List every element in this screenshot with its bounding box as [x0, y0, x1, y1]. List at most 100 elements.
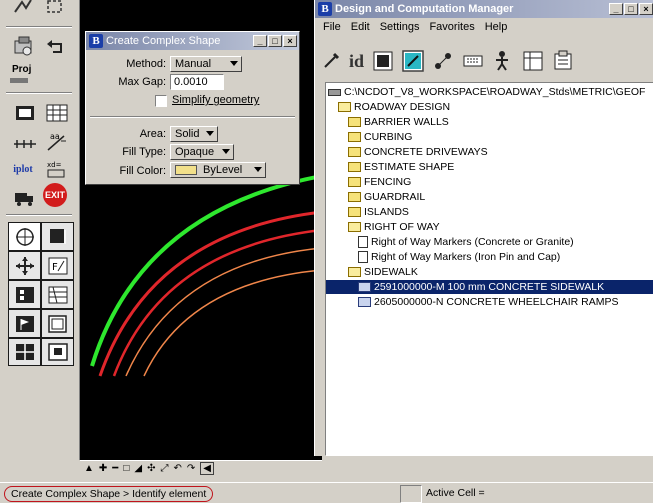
join-icon[interactable]	[9, 339, 40, 365]
folder-open-icon	[338, 102, 351, 112]
cell-library-icon[interactable]	[10, 100, 40, 126]
view-update-icon[interactable]: ▲	[84, 463, 94, 474]
fill-color-select[interactable]: ByLevel	[170, 162, 266, 178]
tree-item[interactable]: CONCRETE DRIVEWAYS	[348, 145, 488, 159]
tree-panel[interactable]: C:\NCDOT_V8_WORKSPACE\ROADWAY_Stds\METRI…	[325, 82, 653, 456]
cell-place-icon[interactable]	[9, 281, 40, 308]
menu-edit[interactable]: Edit	[351, 21, 370, 33]
text-place-icon[interactable]: aa	[42, 128, 72, 154]
pattern-icon[interactable]	[42, 281, 73, 308]
frame-icon[interactable]	[42, 339, 73, 365]
manager-title: Design and Computation Manager	[335, 3, 514, 15]
maximize-button[interactable]: □	[624, 3, 638, 15]
element-selection-icon[interactable]	[8, 0, 38, 20]
iplot-icon[interactable]: iplot	[8, 156, 38, 182]
proj-bar	[10, 78, 28, 83]
exit-icon[interactable]: EXIT	[40, 182, 70, 208]
menu-favorites[interactable]: Favorites	[429, 21, 474, 33]
dialog-title: Create Complex Shape	[106, 35, 221, 47]
minimize-button[interactable]: _	[253, 35, 267, 47]
fence-icon[interactable]	[40, 0, 70, 20]
crosshair-icon[interactable]	[9, 223, 40, 250]
minimize-button[interactable]: _	[609, 3, 623, 15]
zoom-in-icon[interactable]: ✚	[99, 463, 107, 474]
zoom-out-icon[interactable]: ━	[112, 463, 118, 474]
max-gap-input[interactable]: 0.0010	[170, 74, 224, 90]
cell-icon	[358, 297, 371, 307]
line-edit-icon[interactable]	[402, 50, 424, 72]
fill-type-value: Opaque	[175, 146, 215, 158]
tree-item[interactable]: RIGHT OF WAY	[348, 220, 440, 234]
menu-file[interactable]: File	[323, 21, 341, 33]
view-previous-icon[interactable]: ↶	[173, 463, 181, 474]
window-area-view-icon[interactable]: □	[123, 463, 129, 474]
move-arrows-icon[interactable]	[9, 252, 40, 279]
tree-item[interactable]: 2605000000-N CONCRETE WHEELCHAIR RAMPS	[358, 295, 619, 309]
method-select[interactable]: Manual	[170, 56, 242, 72]
node-edit-icon[interactable]	[432, 50, 454, 72]
tree-item-label: C:\NCDOT_V8_WORKSPACE\ROADWAY_Stds\METRI…	[344, 86, 646, 98]
rotate-view-icon[interactable]: ✣	[147, 463, 155, 474]
tree-item[interactable]: SIDEWALK	[348, 265, 418, 279]
tree-item[interactable]: CURBING	[348, 130, 412, 144]
tree-item[interactable]: ROADWAY DESIGN	[338, 100, 450, 114]
tree-item[interactable]: GUARDRAIL	[348, 190, 425, 204]
tree-item[interactable]: ISLANDS	[348, 205, 409, 219]
fit-view-icon[interactable]: ◢	[134, 463, 142, 474]
curve-inner-inner	[143, 269, 323, 377]
folder-icon	[348, 162, 361, 172]
folder-icon	[348, 192, 361, 202]
eyedropper-icon[interactable]	[321, 51, 341, 71]
undo-arrow-icon[interactable]	[42, 34, 72, 60]
tree-item-label: ESTIMATE SHAPE	[364, 161, 455, 173]
menu-settings[interactable]: Settings	[380, 21, 420, 33]
folder-icon	[348, 207, 361, 217]
identify-icon[interactable]: id	[349, 51, 364, 72]
table-icon[interactable]	[522, 50, 544, 72]
menu-help[interactable]: Help	[485, 21, 508, 33]
tree-item[interactable]: C:\NCDOT_V8_WORKSPACE\ROADWAY_Stds\METRI…	[328, 85, 645, 99]
tree-item[interactable]: Right of Way Markers (Concrete or Granit…	[358, 235, 574, 249]
tree-item[interactable]: ESTIMATE SHAPE	[348, 160, 454, 174]
tree-item-label: CURBING	[364, 131, 413, 143]
status-bar: Create Complex Shape > Identify element …	[0, 482, 653, 503]
tree-item[interactable]: BARRIER WALLS	[348, 115, 449, 129]
close-button[interactable]: ×	[639, 3, 653, 15]
tree-item-label: 2605000000-N CONCRETE WHEELCHAIR RAMPS	[374, 296, 619, 308]
fill-color-value: ByLevel	[203, 164, 243, 176]
line-tool-icon[interactable]	[42, 223, 73, 250]
dimension-icon[interactable]	[10, 128, 40, 154]
tree-item-selected[interactable]: 2591000000-M 100 mm CONCRETE SIDEWALK	[326, 280, 653, 294]
method-value: Manual	[175, 58, 212, 70]
close-button[interactable]: ×	[283, 35, 297, 47]
document-icon	[358, 251, 368, 263]
tree-item-label: 2591000000-M 100 mm CONCRETE SIDEWALK	[374, 281, 605, 293]
truck-icon[interactable]	[10, 184, 40, 210]
grid-table-icon[interactable]	[42, 100, 72, 126]
status-lock-indicator[interactable]	[400, 485, 422, 503]
view-next-icon[interactable]: ↷	[187, 463, 195, 474]
flag-icon[interactable]	[9, 310, 40, 337]
simplify-geometry-label: Simplify geometry	[172, 94, 260, 106]
keyboard-icon[interactable]	[462, 50, 484, 72]
dialog-titlebar[interactable]: B Create Complex Shape _ □ ×	[86, 32, 299, 50]
microstation-logo-icon: B	[318, 2, 332, 16]
folder-icon	[348, 117, 361, 127]
properties-icon[interactable]	[552, 50, 574, 72]
pedestrian-icon[interactable]	[492, 50, 514, 72]
simplify-geometry-checkbox[interactable]	[155, 95, 167, 107]
window-area-icon[interactable]	[42, 310, 73, 337]
manager-titlebar[interactable]: B Design and Computation Manager _ □ ×	[315, 0, 653, 18]
scroll-left-button[interactable]: ◀	[200, 462, 214, 475]
project-icon[interactable]	[10, 34, 40, 60]
fill-type-select[interactable]: Opaque	[170, 144, 234, 160]
pan-view-icon[interactable]: ⤢	[160, 463, 168, 474]
tree-item[interactable]: FENCING	[348, 175, 411, 189]
xref-icon[interactable]: xd=	[42, 156, 72, 182]
shape-icon[interactable]	[372, 50, 394, 72]
area-label: Area:	[139, 128, 166, 140]
tree-item[interactable]: Right of Way Markers (Iron Pin and Cap)	[358, 250, 560, 264]
area-select[interactable]: Solid	[170, 126, 218, 142]
maximize-button[interactable]: □	[268, 35, 282, 47]
text-edit-icon[interactable]: F	[42, 252, 73, 279]
